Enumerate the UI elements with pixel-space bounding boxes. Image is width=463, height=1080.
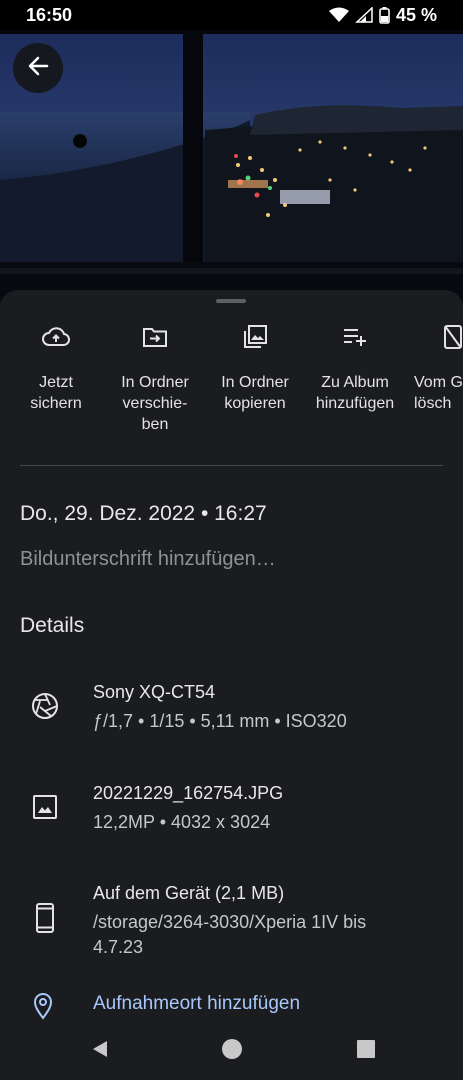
add-location-link[interactable]: Aufnahmeort hinzufügen (93, 993, 300, 1015)
photo-preview[interactable] (0, 30, 463, 300)
drag-handle[interactable] (216, 299, 246, 303)
divider (20, 465, 443, 466)
action-label: In Ordner kopieren (221, 374, 289, 412)
add-to-album-button[interactable]: Zu Album hinzufügen (305, 324, 405, 414)
back-button[interactable] (13, 43, 63, 93)
status-bar: 16:50 45 % (0, 0, 463, 30)
caption-input[interactable]: Bildunterschrift hinzufügen… (20, 548, 276, 571)
nav-home-icon[interactable] (222, 1039, 242, 1064)
delete-from-device-button[interactable]: Vom G lösch (405, 324, 463, 414)
action-label: Vom G lösch (414, 374, 463, 412)
file-name: 20221229_162754.JPG (93, 783, 284, 803)
photo-date[interactable]: Do., 29. Dez. 2022 • 16:27 (20, 502, 267, 526)
status-time: 16:50 (26, 4, 73, 25)
file-resolution: 12,2MP • 4032 x 3024 (93, 812, 271, 832)
playlist-add-icon (342, 327, 368, 352)
action-row: Jetzt sichern In Ordner verschie- ben In… (0, 324, 463, 434)
nav-back-icon[interactable] (90, 1039, 110, 1064)
navigation-bar (0, 1022, 463, 1080)
action-label: Zu Album hinzufügen (315, 374, 395, 412)
storage-size: Auf dem Gerät (2,1 MB) (93, 883, 285, 903)
location-pin-icon (32, 992, 56, 1020)
info-sheet: Jetzt sichern In Ordner verschie- ben In… (0, 290, 463, 1022)
move-to-folder-button[interactable]: In Ordner verschie- ben (105, 324, 205, 435)
signal-icon (355, 7, 373, 23)
phone-erase-icon (443, 324, 463, 355)
smartphone-icon (30, 903, 60, 933)
aperture-icon (30, 691, 60, 721)
action-label: Jetzt sichern (30, 374, 82, 412)
camera-model: Sony XQ-CT54 (93, 682, 216, 702)
status-icons: 45 % (328, 4, 437, 26)
cloud-upload-icon (42, 326, 70, 353)
storage-path: /storage/3264-3030/Xperia 1IV bis 4.7.23 (93, 912, 367, 957)
battery-percent: 45 % (395, 4, 437, 25)
action-label: In Ordner verschie- ben (121, 374, 189, 433)
back-arrow-icon (27, 55, 49, 82)
backup-now-button[interactable]: Jetzt sichern (6, 324, 106, 414)
camera-settings: ƒ/1,7 • 1/15 • 5,11 mm • ISO320 (93, 711, 347, 731)
image-icon (30, 792, 60, 822)
details-heading: Details (20, 614, 85, 637)
copy-to-folder-button[interactable]: In Ordner kopieren (205, 324, 305, 414)
wifi-icon (328, 7, 349, 23)
nav-recents-icon[interactable] (357, 1039, 375, 1064)
battery-icon (379, 6, 390, 24)
copy-to-folder-icon (242, 324, 268, 355)
folder-move-icon (142, 326, 168, 353)
